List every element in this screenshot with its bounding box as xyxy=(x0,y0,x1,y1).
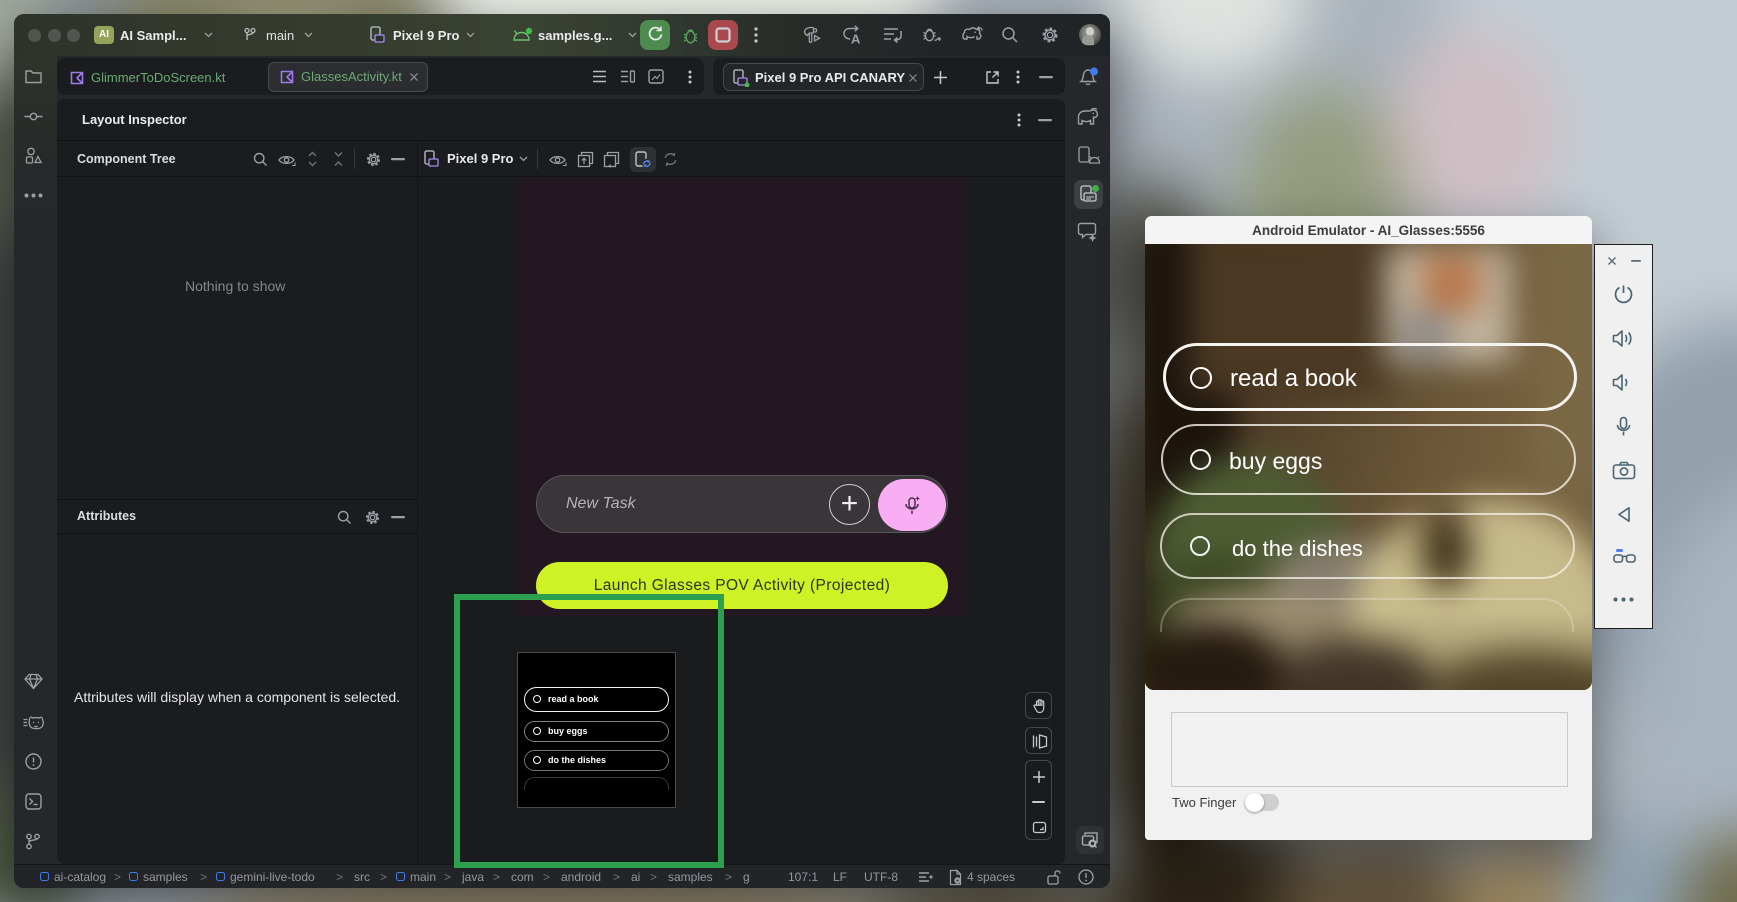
svg-text:A: A xyxy=(851,32,861,46)
